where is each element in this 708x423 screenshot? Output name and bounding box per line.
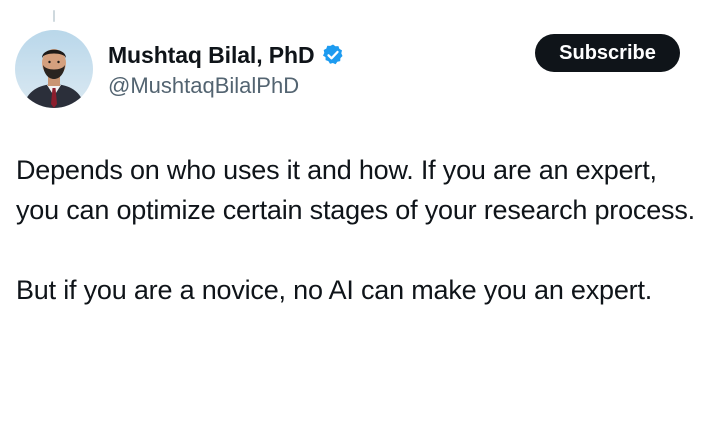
profile-photo-icon [15, 30, 93, 108]
tweet-paragraph: Depends on who uses it and how. If you a… [16, 155, 695, 225]
tweet-paragraph: But if you are a novice, no AI can make … [16, 275, 653, 305]
tweet-body: Depends on who uses it and how. If you a… [16, 150, 696, 310]
avatar[interactable] [15, 30, 93, 108]
thread-connector-line [53, 10, 55, 22]
subscribe-button[interactable]: Subscribe [535, 34, 680, 72]
verified-badge-icon [321, 43, 345, 67]
author-name-row: Mushtaq Bilal, PhD [108, 40, 345, 70]
author-handle[interactable]: @MushtaqBilalPhD [108, 73, 299, 99]
author-display-name[interactable]: Mushtaq Bilal, PhD [108, 42, 315, 69]
